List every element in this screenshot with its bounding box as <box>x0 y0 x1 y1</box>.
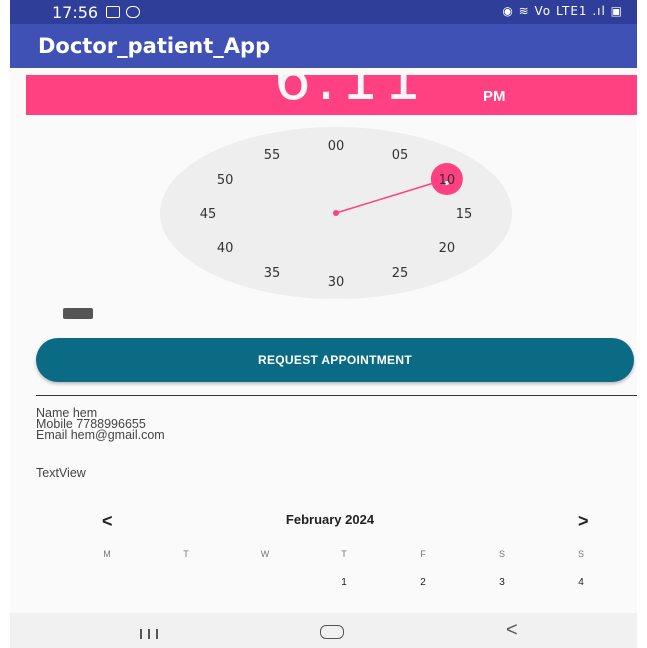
weekday-label: F <box>420 549 426 559</box>
weekday-label: W <box>260 549 270 559</box>
clock-center <box>333 210 339 216</box>
calendar-day[interactable]: 4 <box>566 577 596 588</box>
clock-minute-label[interactable]: 40 <box>217 241 234 256</box>
time-picker-header: 6.11 PM <box>26 75 637 115</box>
patient-info: Name hem Mobile 7788996655 Email hem@gma… <box>36 407 165 442</box>
clock-minute-label[interactable]: 30 <box>328 275 345 290</box>
clock-minute-label[interactable]: 10 <box>439 173 456 188</box>
clock-dial[interactable]: 00 05 10 15 20 25 30 35 40 45 50 55 <box>160 127 512 299</box>
home-icon[interactable] <box>320 625 344 639</box>
weekday-label: T <box>341 549 347 559</box>
calendar-day[interactable]: 2 <box>408 577 438 588</box>
divider <box>36 395 637 396</box>
clock-minute-label[interactable]: 50 <box>217 173 234 188</box>
calendar-day[interactable]: 3 <box>487 577 517 588</box>
textview: TextView <box>36 466 86 480</box>
app-title: Doctor_patient_App <box>38 34 271 58</box>
clock-minute-label[interactable]: 15 <box>456 207 473 222</box>
minute-clock-face[interactable]: 00 05 10 15 20 25 30 35 40 45 50 55 <box>160 127 512 299</box>
clock-minute-label[interactable]: 35 <box>264 266 281 281</box>
status-time: 17:56 <box>52 3 99 22</box>
main-content: 6.11 PM 00 05 10 15 20 25 30 35 40 45 50 55 REQUEST… <box>10 68 637 613</box>
clock-minute-label[interactable]: 00 <box>328 139 345 154</box>
gallery-icon <box>106 6 120 18</box>
weekday-label: T <box>183 549 189 559</box>
keyboard-icon[interactable] <box>63 308 93 319</box>
calendar-month-title: February 2024 <box>285 512 375 527</box>
weekday-label: S <box>577 549 584 559</box>
status-bar: 17:56 ◉ ≋ Vo LTE1 .ıl ▣ <box>10 0 637 24</box>
status-icons: ◉ ≋ Vo LTE1 .ıl ▣ <box>502 4 623 18</box>
weekday-label: M <box>103 549 111 559</box>
patient-email: Email hem@gmail.com <box>36 428 165 442</box>
calendar-next-month-button[interactable]: > <box>578 511 589 532</box>
request-appointment-button[interactable]: REQUEST APPOINTMENT <box>36 338 634 382</box>
recent-apps-icon[interactable] <box>140 626 164 639</box>
selected-time[interactable]: 6.11 <box>274 75 427 113</box>
clock-minute-label[interactable]: 45 <box>200 207 217 222</box>
calendar-day[interactable]: 1 <box>329 577 359 588</box>
am-pm-toggle[interactable]: PM <box>483 88 506 105</box>
app-bar: Doctor_patient_App <box>10 24 637 68</box>
back-icon[interactable]: < <box>506 619 518 642</box>
notification-icon <box>126 6 140 18</box>
clock-minute-label[interactable]: 25 <box>392 266 409 281</box>
clock-minute-label[interactable]: 20 <box>439 241 456 256</box>
clock-hand <box>335 178 448 214</box>
system-nav-bar: < <box>10 613 637 648</box>
clock-minute-label[interactable]: 05 <box>392 148 409 163</box>
calendar-prev-month-button[interactable]: < <box>102 511 113 532</box>
clock-minute-label[interactable]: 55 <box>264 148 281 163</box>
weekday-label: S <box>498 549 505 559</box>
